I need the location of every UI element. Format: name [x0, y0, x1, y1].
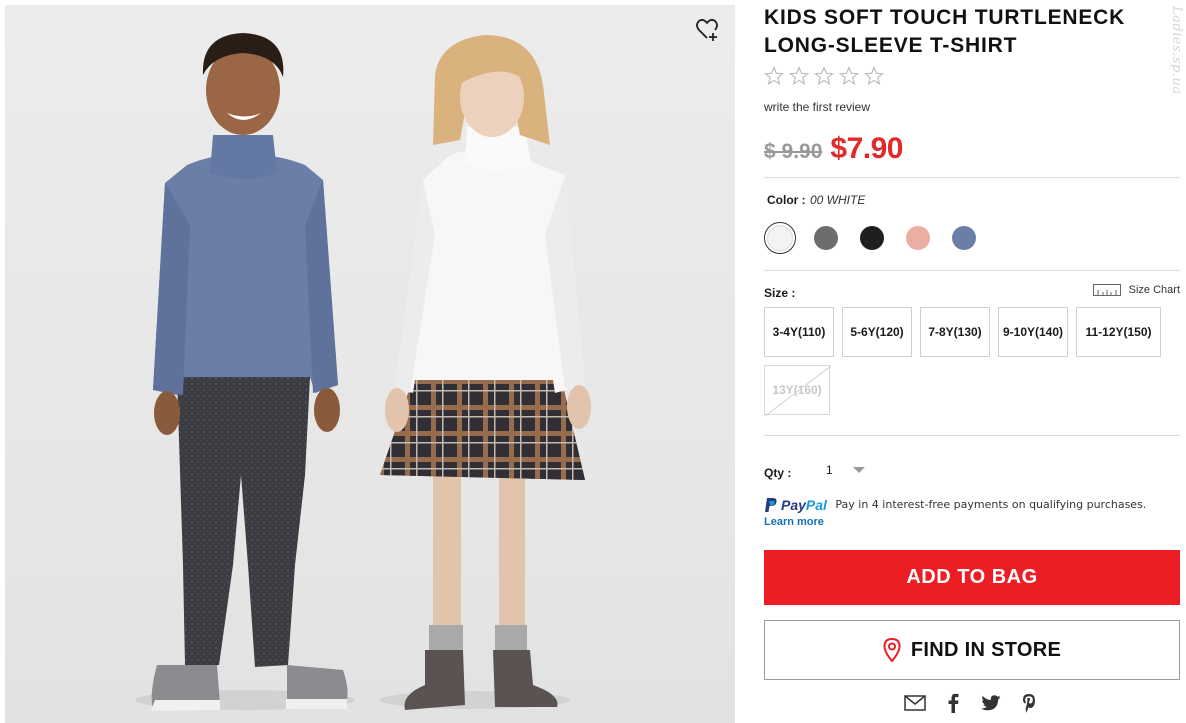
- color-swatch-white[interactable]: [764, 222, 796, 254]
- share-icons: [904, 692, 1040, 714]
- paypal-icon: [765, 497, 777, 512]
- paypal-brand-b: Pal: [805, 496, 827, 513]
- color-swatch-blue[interactable]: [948, 222, 980, 254]
- star-icon[interactable]: [864, 66, 884, 86]
- size-options: 3-4Y(110) 5-6Y(120) 7-8Y(130) 9-10Y(140) 11-…: [764, 307, 1180, 416]
- size-option-label: 11-12Y(150): [1085, 325, 1152, 339]
- qty-select[interactable]: 1: [826, 463, 865, 477]
- paypal-learn-more[interactable]: Learn more: [764, 516, 1180, 528]
- product-title: KIDS SOFT TOUCH TURTLENECK LONG-SLEEVE T…: [764, 6, 1126, 57]
- swatch-dot: [860, 226, 884, 250]
- size-label: Size :: [764, 286, 796, 300]
- mail-icon[interactable]: [904, 692, 926, 714]
- add-to-bag-button[interactable]: ADD TO BAG: [764, 550, 1180, 605]
- chevron-down-icon: [852, 467, 865, 473]
- paypal-logo: Pay Pal: [764, 497, 827, 513]
- color-swatch-pink[interactable]: [902, 222, 934, 254]
- color-swatches: [764, 222, 980, 254]
- watermark: Ladies.sp.ua: [1169, 6, 1184, 95]
- original-price: $ 9.90: [764, 140, 823, 163]
- children-photo: [135, 33, 591, 711]
- size-chart-label: Size Chart: [1128, 284, 1180, 296]
- divider: [764, 435, 1180, 436]
- location-pin-icon: [883, 638, 901, 662]
- color-swatch-black[interactable]: [856, 222, 888, 254]
- swatch-dot: [814, 226, 838, 250]
- divider: [764, 270, 1180, 271]
- write-review-link[interactable]: write the first review: [764, 100, 870, 114]
- size-option[interactable]: 7-8Y(130): [920, 307, 990, 357]
- price: $ 9.90 $7.90: [764, 132, 903, 166]
- size-chart-link[interactable]: Size Chart: [1092, 284, 1180, 296]
- size-option[interactable]: 5-6Y(120): [842, 307, 912, 357]
- find-in-store-button[interactable]: FIND IN STORE: [764, 620, 1180, 680]
- product-details: KIDS SOFT TOUCH TURTLENECK LONG-SLEEVE T…: [764, 0, 1180, 723]
- size-option-label: 7-8Y(130): [928, 325, 982, 339]
- star-icon[interactable]: [789, 66, 809, 86]
- size-option-label: 9-10Y(140): [1002, 325, 1064, 339]
- star-icon[interactable]: [814, 66, 834, 86]
- size-option[interactable]: 9-10Y(140): [998, 307, 1068, 357]
- swatch-dot: [906, 226, 930, 250]
- sale-price: $7.90: [830, 132, 903, 165]
- divider: [764, 177, 1180, 178]
- paypal-message: Pay in 4 interest-free payments on quali…: [835, 498, 1147, 512]
- qty-label: Qty :: [764, 466, 792, 480]
- rating-stars[interactable]: [764, 66, 884, 86]
- paypal-banner: Pay Pal Pay in 4 interest-free payments o…: [764, 496, 1180, 528]
- swatch-dot: [952, 226, 976, 250]
- find-in-store-label: FIND IN STORE: [910, 638, 1062, 661]
- color-label: Color :: [767, 193, 806, 207]
- star-icon[interactable]: [764, 66, 784, 86]
- size-option-label: 5-6Y(120): [850, 325, 904, 339]
- facebook-icon[interactable]: [942, 692, 964, 714]
- product-image[interactable]: [5, 5, 735, 723]
- star-icon[interactable]: [839, 66, 859, 86]
- heart-plus-icon[interactable]: [695, 17, 721, 43]
- paypal-brand-a: Pay: [781, 496, 806, 513]
- ruler-icon: [1092, 284, 1121, 296]
- color-swatch-gray[interactable]: [810, 222, 842, 254]
- size-option[interactable]: 13Y(160): [764, 365, 831, 416]
- unavailable-slash: [765, 366, 831, 416]
- size-option[interactable]: 3-4Y(110): [764, 307, 834, 357]
- twitter-icon[interactable]: [980, 692, 1002, 714]
- pinterest-icon[interactable]: [1018, 692, 1040, 714]
- size-option[interactable]: 11-12Y(150): [1076, 307, 1161, 357]
- swatch-dot: [767, 225, 793, 251]
- qty-value: 1: [826, 463, 833, 477]
- size-option-label: 3-4Y(110): [772, 325, 826, 339]
- selected-color: 00 WHITE: [810, 193, 866, 207]
